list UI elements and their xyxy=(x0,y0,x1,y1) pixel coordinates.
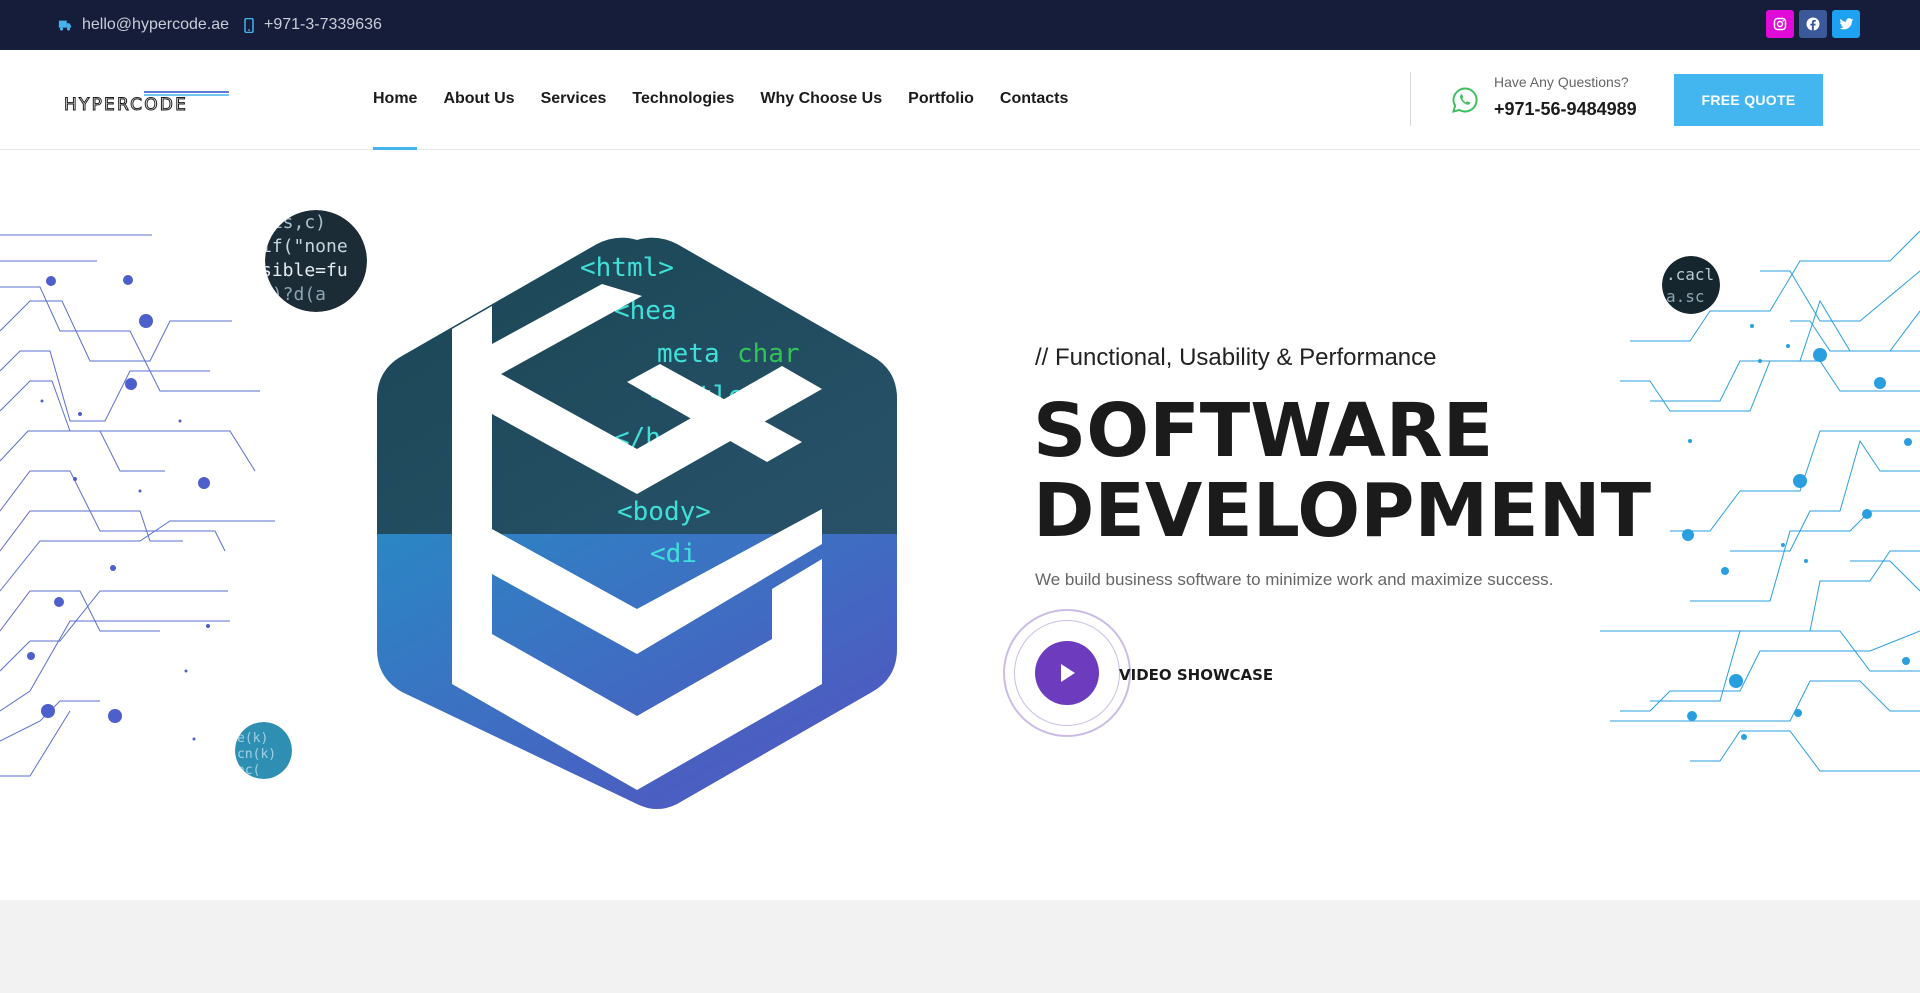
nav-services[interactable]: Services xyxy=(541,50,607,150)
code-line-div: <di xyxy=(650,539,697,569)
instagram-icon[interactable] xyxy=(1766,10,1794,38)
circuit-decoration-left xyxy=(0,234,275,777)
free-quote-button[interactable]: FREE QUOTE xyxy=(1674,74,1823,126)
svg-text:e(k): e(k) xyxy=(237,731,268,746)
logo-text: HYPERCODE xyxy=(64,95,188,112)
mobile-phone-icon xyxy=(244,17,254,33)
email-text[interactable]: hello@hypercode.ae xyxy=(82,16,229,34)
svg-text:.cacl: .cacl xyxy=(1666,265,1714,284)
code-line-body: <body> xyxy=(617,497,711,527)
site-logo[interactable]: HYPERCODE xyxy=(64,90,230,116)
hero-title-line1: SOFTWARE xyxy=(1033,388,1494,474)
play-icon[interactable] xyxy=(1035,641,1099,705)
nav-home[interactable]: Home xyxy=(373,50,418,150)
facebook-icon[interactable] xyxy=(1799,10,1827,38)
nav-technologies[interactable]: Technologies xyxy=(632,50,734,150)
code-image-circle-top-left: his,c) if("none sible=fu e)?d(a xyxy=(265,210,367,312)
code-line-html: <html> xyxy=(580,253,674,283)
hero-title-line2: DEVELOPMENT xyxy=(1033,468,1652,554)
software-hexagon-illustration: <html> <hea meta char <title> </he <body… xyxy=(377,237,897,809)
video-showcase-link[interactable]: VIDEO SHOWCASE xyxy=(1119,666,1273,684)
svg-text:cn(k): cn(k) xyxy=(237,747,276,762)
questions-label: Have Any Questions? xyxy=(1494,74,1629,90)
twitter-icon[interactable] xyxy=(1832,10,1860,38)
phone-contact[interactable]: +971-3-7339636 xyxy=(244,0,382,50)
top-bar: hello@hypercode.ae +971-3-7339636 xyxy=(0,0,1920,50)
truck-icon xyxy=(58,20,72,31)
code-image-circle-bottom-left: e(k) cn(k) ac( xyxy=(235,722,292,779)
questions-phone[interactable]: +971-56-9484989 xyxy=(1494,99,1637,120)
hero-title: SOFTWARE DEVELOPMENT xyxy=(1033,391,1651,551)
svg-text:a.sc: a.sc xyxy=(1666,287,1705,306)
nav-portfolio[interactable]: Portfolio xyxy=(908,50,974,150)
next-section-band xyxy=(0,900,1920,993)
email-contact[interactable]: hello@hypercode.ae xyxy=(58,0,229,50)
code-image-circle-top-right: .cacl a.sc xyxy=(1662,256,1720,314)
main-nav: Home About Us Services Technologies Why … xyxy=(373,50,1094,150)
nav-contacts[interactable]: Contacts xyxy=(1000,50,1068,150)
phone-text[interactable]: +971-3-7339636 xyxy=(264,16,382,34)
header-divider xyxy=(1410,72,1411,126)
svg-text:if("none: if("none xyxy=(265,236,348,257)
hero-tagline: // Functional, Usability & Performance xyxy=(1035,344,1437,371)
nav-why-choose-us[interactable]: Why Choose Us xyxy=(760,50,882,150)
nav-about-us[interactable]: About Us xyxy=(443,50,514,150)
video-play-button[interactable] xyxy=(1003,609,1131,737)
hero-subtitle: We build business software to minimize w… xyxy=(1035,570,1554,589)
main-header: HYPERCODE Home About Us Services Technol… xyxy=(0,50,1920,150)
whatsapp-icon[interactable] xyxy=(1451,86,1479,119)
hero-section: his,c) if("none sible=fu e)?d(a .cacl a.… xyxy=(0,151,1920,900)
svg-text:sible=fu: sible=fu xyxy=(265,260,348,281)
